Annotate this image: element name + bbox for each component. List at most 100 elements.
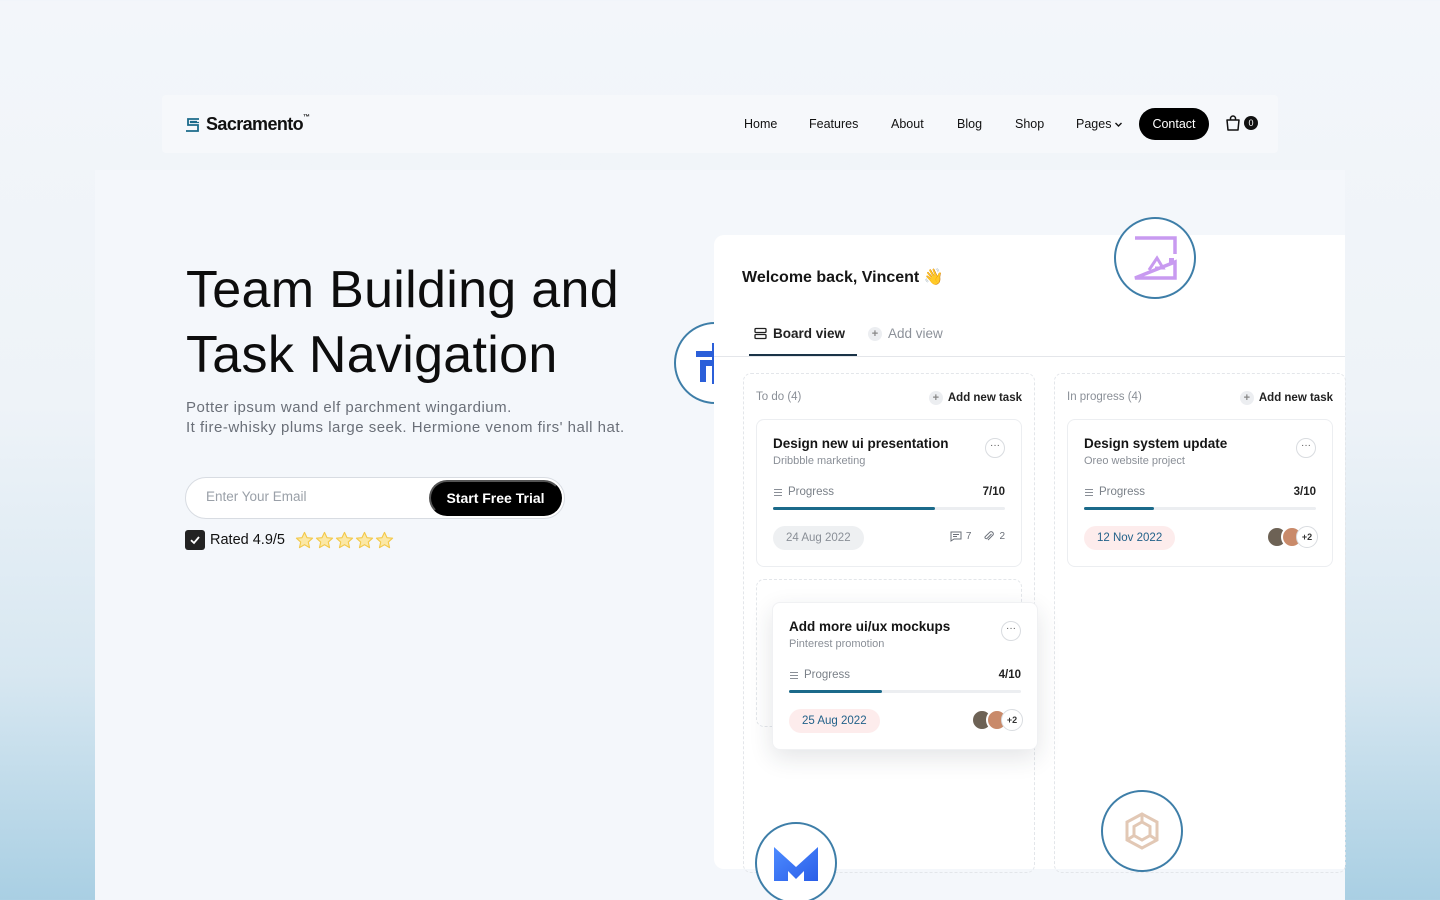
comments-count: 7 xyxy=(950,531,972,542)
view-tabs: Board view + Add view xyxy=(714,323,1345,357)
rating: Rated 4.9/5 xyxy=(185,530,394,550)
comments-value: 7 xyxy=(965,531,972,542)
column-title: In progress (4) xyxy=(1067,391,1142,403)
progress-fill xyxy=(773,507,936,510)
task-title: Design system update xyxy=(1084,436,1228,451)
more-options-icon[interactable]: ··· xyxy=(1296,438,1316,458)
nav-pages-dropdown[interactable]: Pages xyxy=(1076,117,1123,131)
chevron-down-icon xyxy=(1115,122,1123,127)
shopping-bag-icon xyxy=(1226,115,1240,131)
add-task-label: Add new task xyxy=(1258,392,1333,404)
star-icon xyxy=(315,531,334,548)
assignee-avatars[interactable]: +2 xyxy=(971,709,1023,731)
welcome-text: Welcome back, Vincent xyxy=(742,269,920,286)
plus-icon: + xyxy=(868,326,882,341)
attachments-value: 2 xyxy=(999,531,1005,542)
board-icon xyxy=(754,327,767,340)
task-subtitle: Oreo website project xyxy=(1084,455,1185,467)
progress-value: 3/10 xyxy=(1293,486,1316,498)
active-tab-indicator xyxy=(749,354,857,356)
nav-pages-label: Pages xyxy=(1076,117,1112,131)
progress-label-text: Progress xyxy=(804,669,851,681)
task-title: Add more ui/ux mockups xyxy=(789,619,951,634)
tab-board-label: Board view xyxy=(773,326,846,341)
tab-add-label: Add view xyxy=(888,326,943,341)
add-task-label: Add new task xyxy=(947,392,1022,404)
dashboard-preview: Welcome back, Vincent 👋 Board view + Add… xyxy=(714,235,1346,873)
plus-icon: + xyxy=(928,391,943,405)
more-options-icon[interactable]: ··· xyxy=(1001,621,1021,641)
nav-blog[interactable]: Blog xyxy=(957,117,982,131)
app-badge-m-logo xyxy=(755,822,837,900)
progress-label: Progress xyxy=(1084,486,1145,498)
app-badge-image-frame xyxy=(1114,217,1196,299)
start-free-trial-button[interactable]: Start Free Trial xyxy=(429,480,562,516)
task-subtitle: Dribbble marketing xyxy=(773,455,866,467)
m-logo-icon xyxy=(774,847,818,881)
attachments-count: 2 xyxy=(983,531,1005,542)
paperclip-icon xyxy=(984,531,995,541)
task-title: Design new ui presentation xyxy=(773,436,949,451)
task-subtitle: Pinterest promotion xyxy=(789,638,885,650)
add-task-button[interactable]: + Add new task xyxy=(928,391,1022,405)
avatar-more-count: +2 xyxy=(1296,526,1318,548)
nav-about[interactable]: About xyxy=(891,117,924,131)
progress-label: Progress xyxy=(789,669,850,681)
nav-shop[interactable]: Shop xyxy=(1015,117,1044,131)
plus-icon: + xyxy=(1239,391,1254,405)
progress-fill xyxy=(789,690,882,693)
progress-bar xyxy=(1084,507,1316,510)
nav-links: Home Features About Blog Shop Pages xyxy=(162,95,1278,153)
task-card-dragging[interactable]: Add more ui/ux mockups Pinterest promoti… xyxy=(772,602,1038,750)
hexagon-logo-icon xyxy=(1125,812,1159,850)
waving-hand-icon: 👋 xyxy=(923,269,944,286)
task-card[interactable]: Design system update Oreo website projec… xyxy=(1067,419,1333,567)
image-frame-icon xyxy=(1134,236,1177,280)
column-title: To do (4) xyxy=(756,391,802,403)
column-in-progress: In progress (4) + Add new task Design sy… xyxy=(1054,373,1346,873)
contact-button[interactable]: Contact xyxy=(1139,108,1209,140)
avatar-more-count: +2 xyxy=(1001,709,1023,731)
welcome-heading: Welcome back, Vincent 👋 xyxy=(742,267,944,287)
signup-form: Start Free Trial xyxy=(185,477,565,519)
navbar: Sacramento ™ Home Features About Blog Sh… xyxy=(162,95,1278,153)
task-card[interactable]: Design new ui presentation Dribbble mark… xyxy=(756,419,1022,567)
star-icon xyxy=(375,531,394,548)
add-task-button[interactable]: + Add new task xyxy=(1239,391,1333,405)
comment-icon xyxy=(950,531,962,542)
due-date-badge: 12 Nov 2022 xyxy=(1084,526,1176,550)
cart-button[interactable]: 0 xyxy=(1224,114,1258,132)
progress-fill xyxy=(1084,507,1154,510)
check-icon xyxy=(190,536,200,545)
progress-label-text: Progress xyxy=(1099,486,1146,498)
app-badge-hexagon-logo xyxy=(1101,790,1183,872)
progress-label-text: Progress xyxy=(788,486,835,498)
hero-title-line2: Task Navigation xyxy=(186,326,558,384)
rating-checkbox[interactable] xyxy=(185,530,205,550)
tab-board-view[interactable]: Board view xyxy=(754,326,845,341)
nav-home[interactable]: Home xyxy=(744,117,777,131)
star-icon xyxy=(355,531,374,548)
rating-text: Rated 4.9/5 xyxy=(210,532,285,548)
list-icon xyxy=(1085,488,1093,496)
due-date-badge: 24 Aug 2022 xyxy=(773,526,864,550)
tab-add-view[interactable]: + Add view xyxy=(868,326,943,341)
hero-description: Potter ipsum wand elf parchment wingardi… xyxy=(186,398,636,437)
task-meta: 7 2 xyxy=(950,531,1005,542)
list-icon xyxy=(790,671,798,679)
nav-features[interactable]: Features xyxy=(809,117,858,131)
progress-value: 4/10 xyxy=(998,669,1021,681)
progress-label: Progress xyxy=(773,486,834,498)
rating-stars xyxy=(295,531,394,550)
email-input[interactable] xyxy=(206,489,426,504)
assignee-avatars[interactable]: +2 xyxy=(1266,526,1318,548)
due-date-badge: 25 Aug 2022 xyxy=(789,709,880,733)
cart-count-badge: 0 xyxy=(1244,116,1258,130)
progress-bar xyxy=(773,507,1005,510)
more-options-icon[interactable]: ··· xyxy=(985,438,1005,458)
hero-desc-line1: Potter ipsum wand elf parchment wingardi… xyxy=(186,399,512,416)
hero-title-line1: Team Building and xyxy=(186,261,619,319)
hero-title: Team Building and Task Navigation xyxy=(186,258,656,388)
star-icon xyxy=(335,531,354,548)
hero-desc-line2: It fire-whisky plums large seek. Hermion… xyxy=(186,418,625,436)
